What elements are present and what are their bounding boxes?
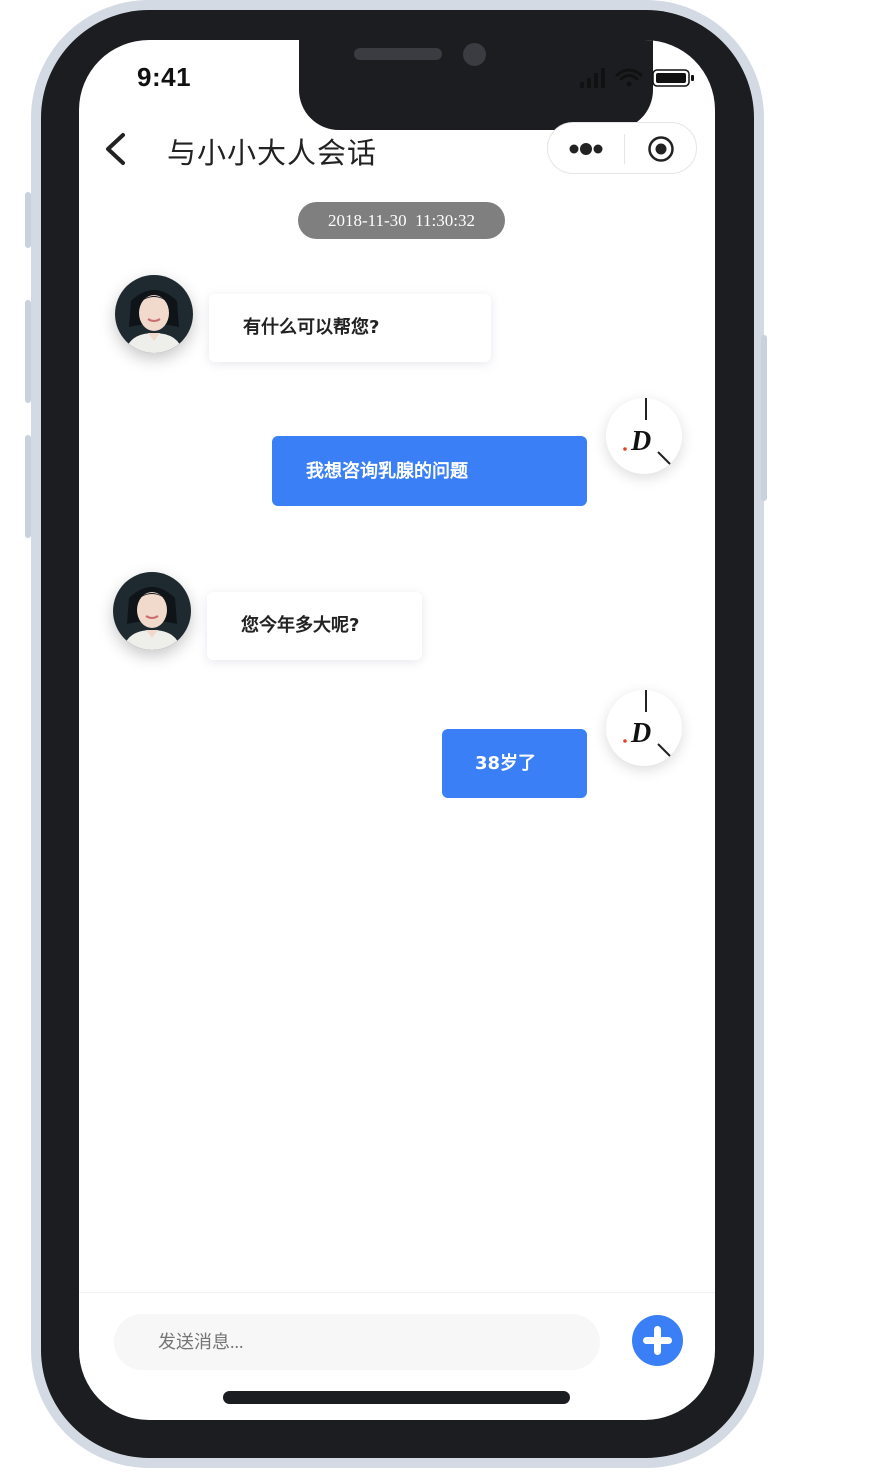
side-button: [25, 192, 31, 248]
side-button: [25, 300, 31, 403]
doctor-avatar[interactable]: [113, 572, 191, 650]
close-button[interactable]: [647, 135, 675, 163]
doctor-photo-icon: [113, 572, 191, 650]
camera: [463, 43, 486, 66]
page-title: 与小小大人会话: [167, 136, 378, 170]
user-logo-icon: D: [623, 690, 671, 757]
composer-divider: [79, 1292, 715, 1293]
user-logo-icon: D: [623, 398, 671, 465]
speaker: [354, 48, 442, 60]
user-message-bubble: 38岁了: [442, 729, 587, 798]
plus-icon: [643, 1326, 672, 1355]
signal-icon: [580, 68, 605, 88]
add-button[interactable]: [632, 1315, 683, 1366]
capsule-divider: [624, 134, 625, 164]
chevron-left-icon: [106, 133, 125, 165]
message-text: 您今年多大呢?: [241, 615, 360, 636]
side-button: [761, 335, 767, 501]
svg-text:D: D: [630, 718, 651, 749]
doctor-avatar[interactable]: [115, 275, 193, 353]
more-button[interactable]: [566, 139, 608, 159]
message-text: 我想咨询乳腺的问题: [306, 461, 468, 482]
wifi-icon: [615, 68, 643, 87]
status-time: 9:41: [137, 62, 192, 92]
user-avatar[interactable]: D: [606, 690, 682, 766]
target-icon: [648, 136, 674, 162]
mini-program-capsule: [547, 122, 697, 174]
message-text: 有什么可以帮您?: [243, 317, 380, 338]
message-text: 38岁了: [475, 753, 537, 774]
doctor-photo-icon: [115, 275, 193, 353]
back-button[interactable]: [100, 130, 134, 168]
doctor-message-bubble: 有什么可以帮您?: [209, 294, 491, 362]
svg-text:D: D: [630, 426, 651, 457]
message-timestamp: 2018-11-30 11:30:32: [298, 202, 505, 239]
status-icons: [580, 66, 700, 90]
more-dots-icon: [569, 143, 603, 155]
message-input[interactable]: [114, 1314, 600, 1370]
home-indicator[interactable]: [223, 1391, 570, 1404]
doctor-message-bubble: 您今年多大呢?: [207, 592, 422, 660]
side-button: [25, 435, 31, 538]
user-message-bubble: 我想咨询乳腺的问题: [272, 436, 587, 506]
user-avatar[interactable]: D: [606, 398, 682, 474]
battery-icon: [652, 69, 694, 87]
